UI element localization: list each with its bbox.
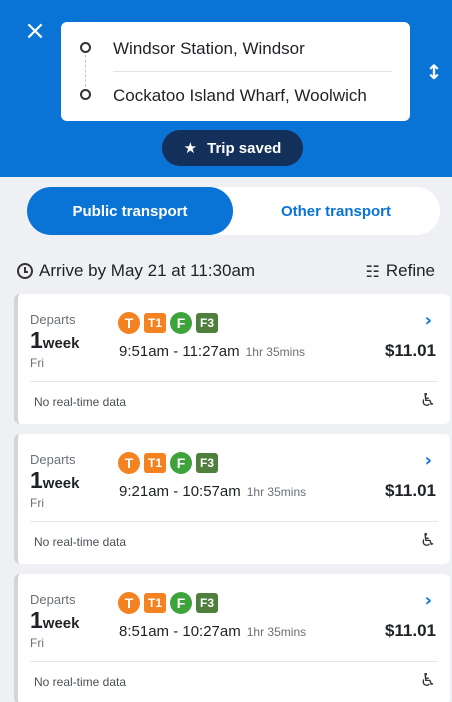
destination-field[interactable]: Cockatoo Island Wharf, Woolwich [113, 86, 367, 106]
origin-field[interactable]: Windsor Station, Windsor [113, 39, 305, 59]
chevron-right-icon[interactable]: › [425, 450, 432, 471]
departs-unit: week [42, 335, 80, 352]
mode-badges: T T1 F F3 [118, 452, 219, 474]
route-divider [113, 71, 392, 72]
trip-time-range: 9:21am - 10:57am [119, 483, 241, 500]
arrive-by-selector[interactable]: Arrive by May 21 at 11:30am [17, 261, 255, 281]
departs-day: Fri [30, 636, 44, 650]
departs-number: 1 [30, 607, 43, 633]
wheelchair-icon: ♿ [419, 390, 436, 411]
trip-time-range: 8:51am - 10:27am [119, 623, 241, 640]
clock-icon [17, 263, 33, 279]
ferry-icon: F [170, 452, 193, 474]
trip-duration: 1hr 35mins [246, 485, 307, 499]
trip-header: × Windsor Station, Windsor Cockatoo Isla… [0, 0, 452, 177]
departs-value: 1week [30, 607, 80, 634]
departs-label: Departs [30, 592, 76, 607]
star-icon: ★ [183, 139, 198, 157]
f3-line-badge: F3 [196, 313, 219, 333]
mode-badges: T T1 F F3 [118, 312, 219, 334]
tab-public-transport[interactable]: Public transport [27, 187, 233, 235]
trip-saved-label: Trip saved [207, 139, 282, 157]
trip-card[interactable]: Departs 1week Fri T T1 F F3 8:51am - 10:… [14, 574, 450, 702]
departs-label: Departs [30, 312, 76, 327]
train-icon: T [118, 592, 140, 614]
departs-unit: week [42, 475, 80, 492]
sliders-icon: ☷ [365, 261, 380, 281]
origin-dot-icon [80, 42, 91, 53]
f3-line-badge: F3 [196, 593, 219, 613]
trip-saved-button[interactable]: ★ Trip saved [162, 130, 303, 166]
departs-unit: week [42, 615, 80, 632]
refine-button[interactable]: ☷ Refine [366, 261, 435, 281]
departs-day: Fri [30, 356, 44, 370]
trip-card[interactable]: Departs 1week Fri T T1 F F3 9:51am - 11:… [14, 294, 450, 424]
realtime-status: No real-time data [34, 535, 127, 549]
trip-price: $11.01 [384, 341, 436, 360]
card-divider [30, 661, 438, 662]
swap-direction-button[interactable]: ↕ [424, 60, 444, 84]
chevron-right-icon[interactable]: › [425, 310, 432, 331]
departs-value: 1week [30, 467, 80, 494]
ferry-icon: F [170, 312, 193, 334]
departs-day: Fri [30, 496, 44, 510]
refine-label: Refine [385, 261, 435, 280]
departs-label: Departs [30, 452, 76, 467]
trip-duration: 1hr 35mins [245, 345, 305, 359]
route-card: Windsor Station, Windsor Cockatoo Island… [61, 22, 410, 121]
wheelchair-icon: ♿ [419, 670, 436, 691]
trip-time: 9:51am - 11:27am 1hr 35mins [119, 343, 305, 360]
t1-line-badge: T1 [144, 313, 167, 333]
trip-price: $11.01 [384, 621, 436, 640]
realtime-status: No real-time data [34, 395, 127, 409]
arrive-by-row: Arrive by May 21 at 11:30am ☷ Refine [17, 259, 435, 283]
t1-line-badge: T1 [144, 453, 167, 473]
tab-other-transport[interactable]: Other transport [233, 187, 439, 235]
departs-number: 1 [30, 467, 43, 493]
departs-number: 1 [30, 327, 43, 353]
trip-card[interactable]: Departs 1week Fri T T1 F F3 9:21am - 10:… [14, 434, 450, 564]
ferry-icon: F [170, 592, 193, 614]
departs-value: 1week [30, 327, 80, 354]
card-divider [30, 521, 438, 522]
close-button[interactable]: × [22, 18, 48, 44]
transport-mode-tabs: Public transport Other transport [27, 187, 440, 235]
f3-line-badge: F3 [196, 453, 219, 473]
mode-badges: T T1 F F3 [118, 592, 219, 614]
arrive-by-text: Arrive by May 21 at 11:30am [39, 261, 256, 280]
trip-duration: 1hr 35mins [246, 625, 307, 639]
route-connector [85, 55, 86, 87]
realtime-status: No real-time data [34, 675, 127, 689]
wheelchair-icon: ♿ [419, 530, 436, 551]
card-divider [30, 381, 438, 382]
trip-time: 9:21am - 10:57am 1hr 35mins [119, 483, 306, 500]
t1-line-badge: T1 [144, 593, 167, 613]
trip-time-range: 9:51am - 11:27am [119, 343, 240, 360]
train-icon: T [118, 312, 140, 334]
chevron-right-icon[interactable]: › [425, 590, 432, 611]
trip-time: 8:51am - 10:27am 1hr 35mins [119, 623, 306, 640]
train-icon: T [118, 452, 140, 474]
trip-price: $11.01 [384, 481, 436, 500]
destination-dot-icon [80, 89, 91, 100]
